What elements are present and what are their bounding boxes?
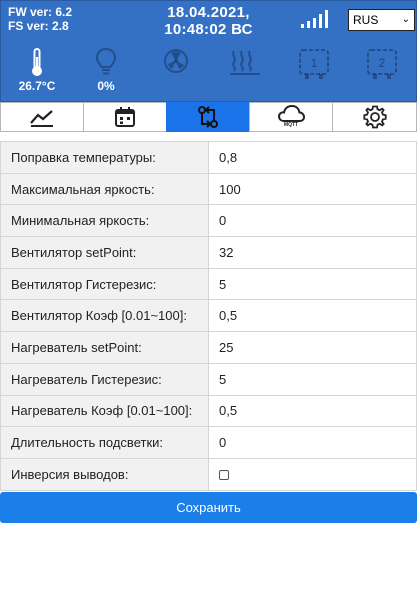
setting-label: Максимальная яркость:: [0, 172, 209, 206]
fan-status: [161, 47, 191, 77]
table-row: Инверсия выводов:: [0, 457, 417, 491]
heater-coef-input[interactable]: 0,5: [208, 394, 417, 428]
fan-icon: [164, 49, 188, 73]
version-info: FW ver: 6.2 FS ver: 2.8: [8, 5, 72, 33]
setting-label: Инверсия выводов:: [0, 457, 209, 491]
setting-label: Нагреватель setPoint:: [0, 331, 209, 364]
table-row: Поправка температуры: 0,8: [0, 141, 417, 174]
table-row: Нагреватель setPoint: 25: [0, 331, 417, 364]
heater-setpoint-input[interactable]: 25: [208, 331, 417, 364]
temperature-value: 26.7°C: [18, 79, 56, 93]
calendar-icon: [115, 107, 135, 127]
invert-outputs-checkbox[interactable]: [219, 470, 229, 481]
gear-icon: [362, 105, 387, 129]
signal-strength-icon: [301, 10, 328, 28]
setting-label: Минимальная яркость:: [0, 204, 209, 238]
date-text: 18.04.2021,: [167, 4, 250, 21]
relay-2-label: 2: [379, 56, 386, 70]
setting-label: Поправка температуры:: [0, 141, 209, 174]
heater-hysteresis-input[interactable]: 5: [208, 362, 417, 396]
invert-outputs-cell: [208, 457, 417, 491]
status-header: FW ver: 6.2 FS ver: 2.8 18.04.2021, 10:4…: [0, 0, 417, 102]
language-select[interactable]: RUS ⌄: [348, 9, 415, 31]
mqtt-label: MQTT: [283, 122, 299, 128]
tab-settings-control[interactable]: [166, 102, 250, 132]
fan-coef-input[interactable]: 0,5: [208, 299, 417, 333]
temperature-sensor: 26.7°C: [15, 47, 59, 93]
relay-1-label: 1: [311, 56, 318, 70]
table-row: Вентилятор setPoint: 32: [0, 236, 417, 269]
chart-line-icon: [30, 110, 53, 127]
temperature-offset-input[interactable]: 0,8: [208, 141, 417, 174]
table-row: Нагреватель Гистерезис: 5: [0, 362, 417, 396]
fw-version: FW ver: 6.2: [8, 5, 73, 19]
relay-2-icon: 2: [367, 49, 397, 79]
setting-label: Нагреватель Гистерезис:: [0, 362, 209, 396]
cloud-icon: [277, 104, 305, 122]
table-row: Вентилятор Коэф [0.01~100]: 0,5: [0, 299, 417, 333]
relay-2-status: 2: [365, 47, 399, 81]
setting-label: Нагреватель Коэф [0.01~100]:: [0, 394, 209, 428]
light-sensor: 0%: [87, 47, 125, 93]
table-row: Длительность подсветки: 0: [0, 426, 417, 459]
fan-hysteresis-input[interactable]: 5: [208, 267, 417, 301]
min-brightness-input[interactable]: 0: [208, 204, 417, 238]
table-row: Максимальная яркость: 100: [0, 172, 417, 206]
chevron-down-icon: ⌄: [401, 14, 410, 25]
backlight-duration-input[interactable]: 0: [208, 426, 417, 459]
setting-label: Длительность подсветки:: [0, 426, 209, 459]
tab-charts[interactable]: [0, 102, 84, 132]
git-compare-icon: [198, 106, 218, 128]
settings-table: Поправка температуры: 0,8 Максимальная я…: [0, 141, 417, 491]
table-row: Нагреватель Коэф [0.01~100]: 0,5: [0, 394, 417, 428]
time-text: 10:48:02 ВС: [164, 21, 253, 38]
fs-version: FS ver: 2.8: [8, 19, 69, 33]
relay-1-status: 1: [297, 47, 331, 81]
setting-label: Вентилятор Гистерезис:: [0, 267, 209, 301]
language-value: RUS: [353, 13, 379, 27]
max-brightness-input[interactable]: 100: [208, 172, 417, 206]
setting-label: Вентилятор setPoint:: [0, 236, 209, 269]
datetime: 18.04.2021, 10:48:02 ВС: [141, 4, 276, 38]
heater-status: [227, 47, 263, 77]
light-value: 0%: [97, 79, 115, 93]
table-row: Минимальная яркость: 0: [0, 204, 417, 238]
heater-icon: [230, 50, 260, 75]
relay-1-icon: 1: [299, 49, 329, 79]
bulb-icon: [95, 47, 117, 75]
table-row: Вентилятор Гистерезис: 5: [0, 267, 417, 301]
tab-system[interactable]: [332, 102, 417, 132]
tab-mqtt[interactable]: MQTT: [249, 102, 333, 132]
tab-bar: MQTT: [0, 102, 417, 132]
setting-label: Вентилятор Коэф [0.01~100]:: [0, 299, 209, 333]
fan-setpoint-input[interactable]: 32: [208, 236, 417, 269]
thermometer-icon: [32, 48, 42, 76]
save-button[interactable]: Сохранить: [0, 492, 417, 523]
tab-schedule[interactable]: [83, 102, 167, 132]
